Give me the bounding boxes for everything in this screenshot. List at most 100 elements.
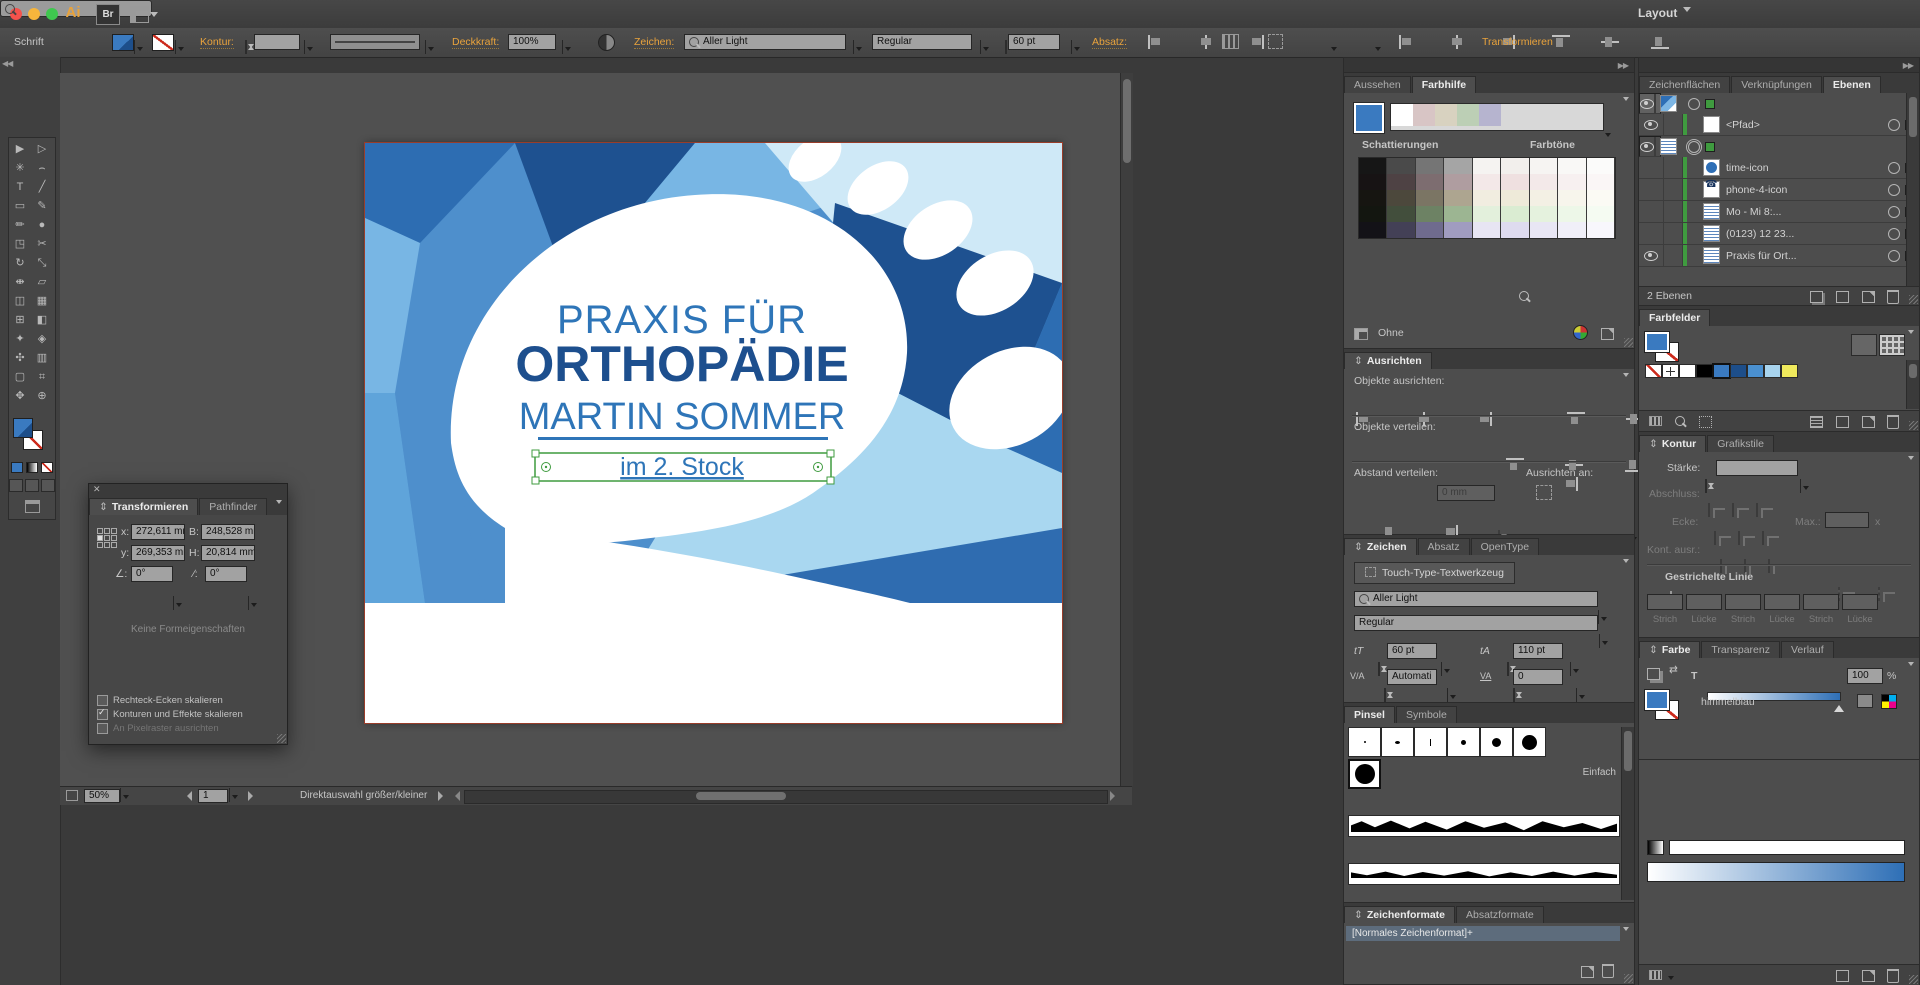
status-flyout-arrow[interactable] <box>438 791 448 801</box>
resize-grip[interactable] <box>1624 338 1633 347</box>
panel-tab[interactable]: Zeichen <box>1344 538 1417 555</box>
bridge-button[interactable]: Br <box>96 4 120 25</box>
resize-grip[interactable] <box>1624 974 1633 983</box>
variation-swatch[interactable] <box>1416 222 1444 238</box>
shape-builder-tool[interactable]: ◫ <box>9 292 31 311</box>
stroke-color-dropdown[interactable] <box>175 40 176 54</box>
x-field[interactable]: 272,611 mm <box>131 524 185 540</box>
h-field[interactable]: 20,814 mm <box>201 545 255 561</box>
variation-swatch[interactable] <box>1444 222 1472 238</box>
variation-swatch[interactable] <box>1473 206 1501 222</box>
variation-swatch[interactable] <box>1416 158 1444 174</box>
layer-row[interactable]: im 2. Stock <box>1639 136 1661 157</box>
align-top-button[interactable] <box>1565 411 1587 427</box>
checkbox-icon[interactable] <box>97 695 108 706</box>
panel-menu-icon[interactable] <box>1623 97 1630 109</box>
delete-layer-icon[interactable] <box>1887 290 1899 304</box>
brushes-scrollbar[interactable] <box>1621 727 1634 900</box>
screen-mode-button[interactable] <box>25 500 40 513</box>
target-indicator[interactable] <box>1888 206 1900 218</box>
harmony-strip[interactable] <box>1390 103 1604 131</box>
new-sublayer-icon[interactable] <box>1836 291 1849 303</box>
align-text-left-button[interactable] <box>1146 34 1168 50</box>
line-tool[interactable]: ╱ <box>31 178 53 197</box>
harmony-swatch[interactable] <box>1479 104 1501 126</box>
panel-tab[interactable]: Verknüpfungen <box>1731 76 1822 93</box>
variation-swatch[interactable] <box>1530 174 1558 190</box>
font-family-dropdown[interactable] <box>1598 610 1599 624</box>
delete-swatch-icon[interactable] <box>1887 415 1899 429</box>
variation-swatch[interactable] <box>1530 158 1558 174</box>
selection-chip[interactable] <box>1705 142 1715 152</box>
selection-chip[interactable] <box>1705 99 1715 109</box>
variation-swatch[interactable] <box>1359 174 1387 190</box>
rotate-tool[interactable]: ↻ <box>9 254 31 273</box>
panel-menu-icon[interactable] <box>1908 456 1915 468</box>
layer-name[interactable]: Mo - Mi 8:... <box>1726 206 1883 218</box>
color-mode-button[interactable] <box>11 462 23 473</box>
lock-toggle[interactable] <box>1655 94 1656 113</box>
fill-color-chip[interactable] <box>112 34 134 51</box>
artboard[interactable]: PRAXIS FÜR ORTHOPÄDIE MARTIN SOMMER im 2… <box>365 143 1062 723</box>
graph-tool[interactable]: ▥ <box>31 349 53 368</box>
limit-color-group-icon[interactable] <box>1354 328 1368 340</box>
brush-swatch[interactable] <box>1381 727 1414 757</box>
variation-swatch[interactable] <box>1530 222 1558 238</box>
brush-swatch[interactable] <box>1348 727 1381 757</box>
layer-name[interactable]: time-icon <box>1726 162 1883 174</box>
current-color-swatch[interactable] <box>1354 103 1384 133</box>
brush-swatch[interactable] <box>1414 727 1447 757</box>
target-indicator[interactable] <box>1688 98 1700 110</box>
variation-swatch[interactable] <box>1558 158 1586 174</box>
new-style-icon[interactable] <box>1581 966 1594 978</box>
panel-menu-icon[interactable] <box>1623 927 1630 939</box>
align-right-button[interactable] <box>1472 411 1494 427</box>
variation-swatch[interactable] <box>1501 158 1529 174</box>
shear-dropdown[interactable] <box>248 596 249 610</box>
variation-swatch[interactable] <box>1558 206 1586 222</box>
draw-normal-button[interactable] <box>9 479 23 492</box>
target-indicator[interactable] <box>1888 162 1900 174</box>
zoom-tool[interactable]: ⊕ <box>31 387 53 406</box>
variation-swatch[interactable] <box>1558 222 1586 238</box>
layer-row[interactable]: Praxis für Ort... <box>1639 245 1919 267</box>
artboard-list-dropdown[interactable] <box>229 788 230 802</box>
variation-swatch[interactable] <box>1387 158 1415 174</box>
save-to-swatches-icon[interactable] <box>1601 328 1614 340</box>
transform-checkbox[interactable]: Konturen und Effekte skalieren <box>97 709 287 720</box>
leading-field[interactable]: 110 pt <box>1513 643 1563 659</box>
target-indicator[interactable] <box>1688 141 1700 153</box>
hand-tool[interactable]: ✥ <box>9 387 31 406</box>
lasso-tool[interactable]: ⌢ <box>31 159 53 178</box>
resize-grip[interactable] <box>1909 975 1918 984</box>
panel-tab[interactable]: Zeichenformate <box>1344 906 1455 923</box>
width-field[interactable]: 248,528 mm <box>201 524 255 540</box>
opacity-mask-icon[interactable] <box>598 34 615 51</box>
variation-swatch[interactable] <box>1587 158 1615 174</box>
stroke-weight-dropdown[interactable] <box>304 40 305 54</box>
layer-name[interactable]: (0123) 12 23... <box>1726 228 1883 240</box>
panel-menu-icon[interactable] <box>1623 373 1630 385</box>
variation-swatch[interactable] <box>1416 174 1444 190</box>
weight-dropdown[interactable] <box>1800 479 1801 493</box>
mesh-tool[interactable]: ⊞ <box>9 311 31 330</box>
selection-tool[interactable]: ▶ <box>9 140 31 159</box>
scroll-left-arrow[interactable] <box>450 791 460 801</box>
shear-field[interactable]: 0° <box>205 566 247 582</box>
zoom-level-field[interactable]: 50% <box>84 789 120 803</box>
options-icon[interactable] <box>1836 970 1849 982</box>
harmony-swatch[interactable] <box>1457 104 1479 126</box>
leading-stepper[interactable] <box>1507 662 1509 676</box>
clipping-mask-icon[interactable] <box>1810 291 1823 303</box>
scroll-right-arrow[interactable] <box>1110 791 1120 801</box>
reference-point-locator[interactable] <box>97 528 117 548</box>
delete-style-icon[interactable] <box>1602 964 1614 978</box>
width-profile-dropdown[interactable] <box>425 40 426 54</box>
previous-artboard-button[interactable] <box>182 791 192 801</box>
layer-thumbnail[interactable] <box>1703 181 1720 198</box>
fill-stroke-indicator[interactable] <box>9 414 55 460</box>
swatch[interactable] <box>1662 364 1679 378</box>
variation-swatch[interactable] <box>1444 190 1472 206</box>
swatch[interactable] <box>1764 364 1781 378</box>
variation-swatch[interactable] <box>1473 174 1501 190</box>
